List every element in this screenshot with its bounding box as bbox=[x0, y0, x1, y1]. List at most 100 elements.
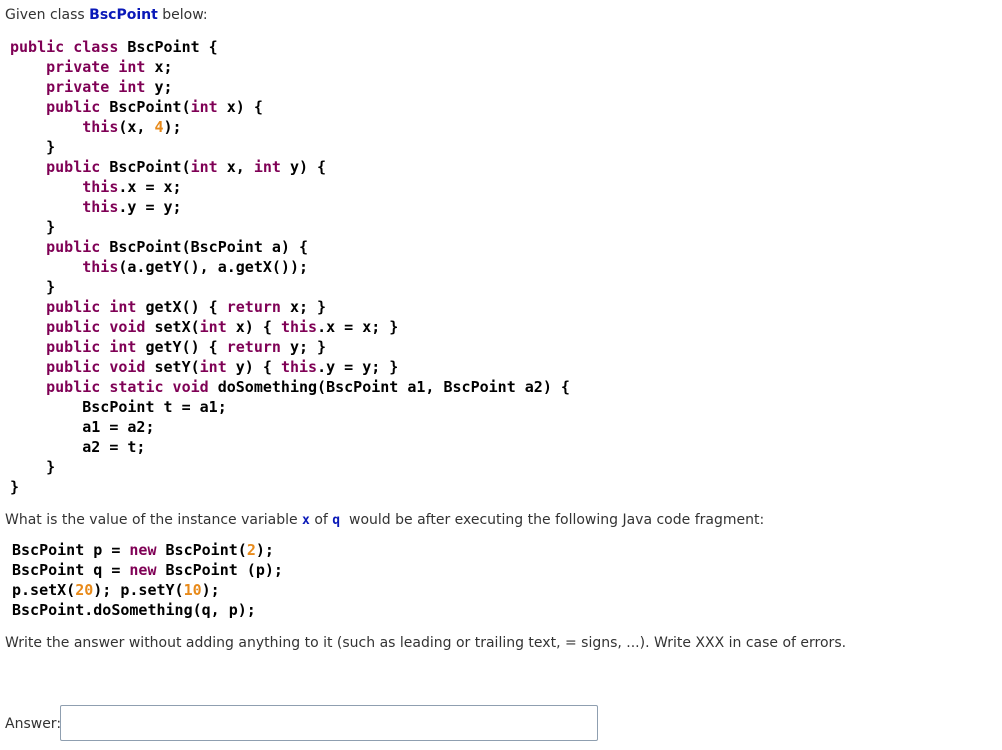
code-line: a2 = t; bbox=[10, 437, 570, 457]
class-code-block: public class BscPoint { private int x; p… bbox=[10, 37, 570, 497]
code-token: x; bbox=[154, 58, 173, 76]
code-line: public class BscPoint { bbox=[10, 37, 570, 57]
code-token: ); bbox=[255, 541, 274, 559]
code-line: BscPoint q = new BscPoint (p); bbox=[12, 560, 283, 580]
code-token: this bbox=[82, 198, 119, 216]
code-token: a2 = t; bbox=[10, 438, 146, 456]
code-token: ); bbox=[163, 118, 182, 136]
code-token: } bbox=[10, 458, 56, 476]
code-line: this.y = y; bbox=[10, 197, 570, 217]
code-line: BscPoint p = new BscPoint(2); bbox=[12, 540, 283, 560]
code-token: y; } bbox=[289, 338, 327, 356]
code-line: p.setX(20); p.setY(10); bbox=[12, 580, 283, 600]
code-line: public int getY() { return y; } bbox=[10, 337, 570, 357]
code-token: return bbox=[226, 338, 290, 356]
code-line: private int y; bbox=[10, 77, 570, 97]
code-line: public BscPoint(BscPoint a) { bbox=[10, 237, 570, 257]
code-token: this bbox=[82, 258, 119, 276]
code-token: ); p.setY( bbox=[93, 581, 184, 599]
code-token: public int bbox=[46, 338, 146, 356]
code-token: new bbox=[129, 541, 166, 559]
code-line: } bbox=[10, 217, 570, 237]
code-token: } bbox=[10, 138, 56, 156]
code-line: public BscPoint(int x, int y) { bbox=[10, 157, 570, 177]
code-line: } bbox=[10, 477, 570, 497]
code-token: int bbox=[190, 158, 227, 176]
answer-label: Answer: bbox=[5, 716, 62, 732]
code-token: public void bbox=[46, 358, 155, 376]
intro-text: Given class BscPoint below: bbox=[5, 5, 208, 25]
code-token: int bbox=[253, 158, 290, 176]
code-token: this bbox=[82, 178, 119, 196]
code-line: public void setY(int y) { this.y = y; } bbox=[10, 357, 570, 377]
intro-prefix: Given class bbox=[5, 7, 85, 23]
code-token: } bbox=[10, 218, 56, 236]
code-token: y) { bbox=[235, 358, 281, 376]
code-token: (a.getY(), a.getX()); bbox=[118, 258, 309, 276]
intro-class-name: BscPoint bbox=[89, 7, 158, 23]
code-line: public int getX() { return x; } bbox=[10, 297, 570, 317]
code-token: .y = y; bbox=[118, 198, 182, 216]
code-token: private int bbox=[46, 78, 155, 96]
code-token: BscPoint( bbox=[109, 98, 191, 116]
code-line: a1 = a2; bbox=[10, 417, 570, 437]
code-token: } bbox=[10, 478, 20, 496]
code-line: this(x, 4); bbox=[10, 117, 570, 137]
code-token: BscPoint p = bbox=[12, 541, 130, 559]
code-token: int bbox=[199, 318, 236, 336]
code-token: public bbox=[46, 238, 110, 256]
code-token: a1 = a2; bbox=[10, 418, 155, 436]
code-token: public static void bbox=[46, 378, 218, 396]
code-token: x) { bbox=[226, 98, 263, 116]
question-part-2: of bbox=[314, 512, 328, 528]
code-token: this bbox=[82, 118, 119, 136]
code-token: BscPoint( bbox=[109, 158, 191, 176]
code-token: BscPoint q = bbox=[12, 561, 130, 579]
code-token: this bbox=[280, 358, 318, 376]
code-token: p.setX( bbox=[12, 581, 76, 599]
code-token: private int bbox=[46, 58, 155, 76]
code-token: int bbox=[199, 358, 236, 376]
answer-input[interactable] bbox=[60, 705, 598, 741]
code-token: public bbox=[46, 158, 110, 176]
code-token: setX( bbox=[154, 318, 200, 336]
code-token: y; bbox=[154, 78, 173, 96]
question-part-3: would be after executing the following J… bbox=[349, 512, 765, 528]
code-token: 20 bbox=[75, 581, 94, 599]
code-line: BscPoint.doSomething(q, p); bbox=[12, 600, 283, 620]
code-token: .x = x; bbox=[118, 178, 182, 196]
code-token: y) { bbox=[289, 158, 327, 176]
code-line: public void setX(int x) { this.x = x; } bbox=[10, 317, 570, 337]
question-text: What is the value of the instance variab… bbox=[5, 510, 764, 531]
code-token: BscPoint { bbox=[127, 38, 218, 56]
code-token: (x, bbox=[118, 118, 155, 136]
code-line: } bbox=[10, 457, 570, 477]
code-token: public int bbox=[46, 298, 146, 316]
code-line: public static void doSomething(BscPoint … bbox=[10, 377, 570, 397]
instructions-text: Write the answer without adding anything… bbox=[5, 635, 847, 651]
code-token: 4 bbox=[154, 118, 164, 136]
code-line: BscPoint t = a1; bbox=[10, 397, 570, 417]
code-token: public class bbox=[10, 38, 128, 56]
code-line: this.x = x; bbox=[10, 177, 570, 197]
code-token: getY() { bbox=[145, 338, 227, 356]
code-token: int bbox=[190, 98, 227, 116]
code-token: setY( bbox=[154, 358, 200, 376]
code-token: 2 bbox=[246, 541, 256, 559]
code-token: 10 bbox=[183, 581, 202, 599]
fragment-code-block: BscPoint p = new BscPoint(2); BscPoint q … bbox=[12, 540, 283, 620]
code-token: BscPoint(BscPoint a) { bbox=[109, 238, 309, 256]
code-token: new bbox=[129, 561, 166, 579]
code-token: public void bbox=[46, 318, 155, 336]
